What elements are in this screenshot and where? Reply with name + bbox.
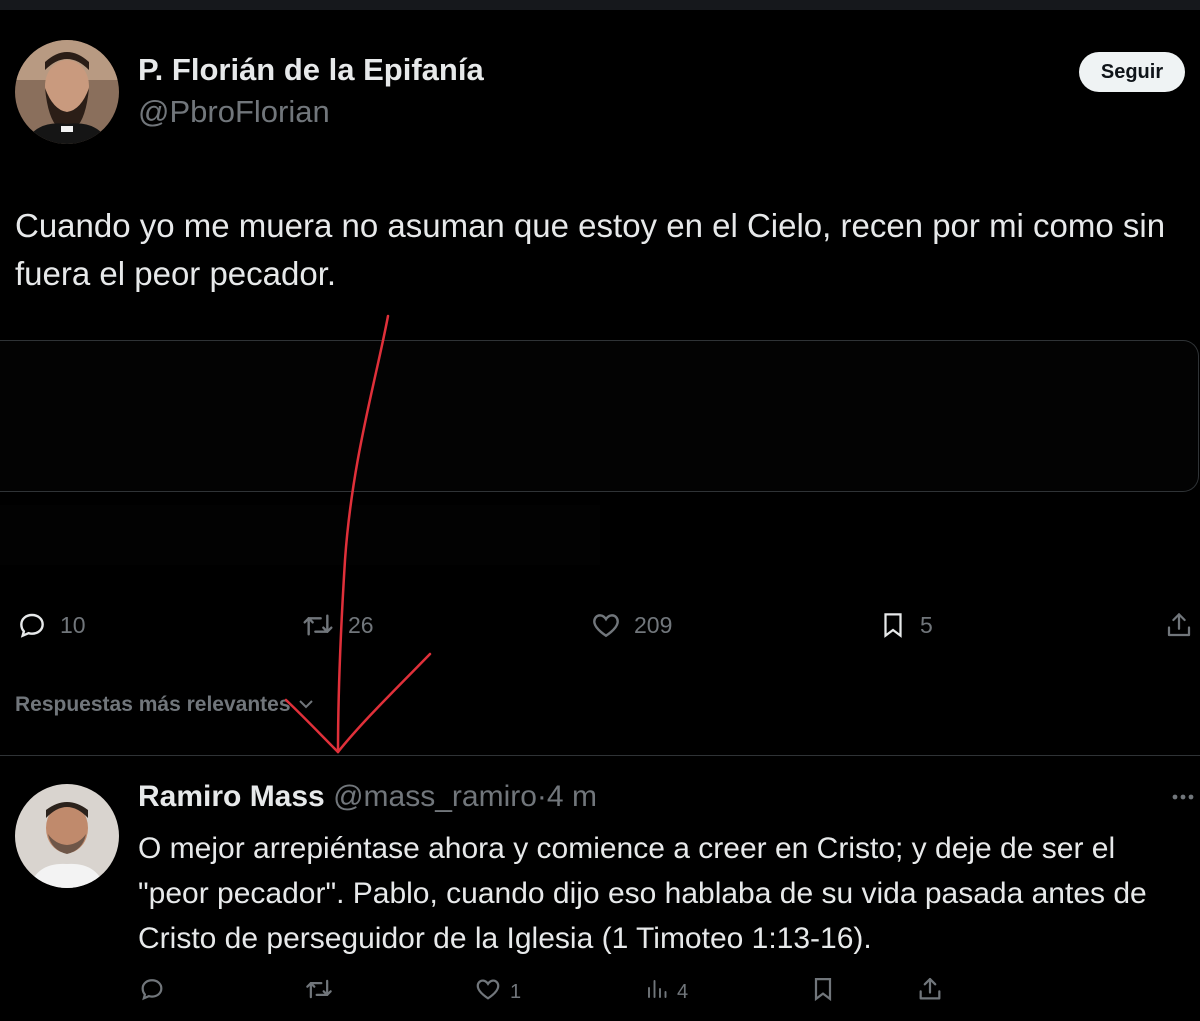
bookmark-count: 5 [920,611,933,638]
reply-icon [138,975,166,1009]
reply-separator: · [536,780,547,813]
share-icon [1164,609,1194,641]
chevron-down-icon [297,693,315,717]
more-icon[interactable] [1168,786,1198,808]
bookmark-icon [809,975,837,1009]
replies-sort-dropdown[interactable]: Respuestas más relevantes [15,693,315,717]
reply-author-avatar[interactable] [15,784,119,888]
author-handle[interactable]: @PbroFlorian [138,94,330,130]
author-name[interactable]: P. Florián de la Epifanía [138,52,484,88]
reply-views-count: 4 [677,980,689,1003]
reply-share-action[interactable] [916,972,944,1012]
retweet-icon [303,975,335,1009]
media-card[interactable] [0,340,1199,492]
reply-retweet-action[interactable] [303,972,335,1012]
reply-time[interactable]: 4 m [547,780,597,813]
tweet-text: Cuando yo me muera no asuman que estoy e… [15,207,1166,292]
retweet-action[interactable]: 26 [300,602,374,648]
media-card-fade [0,505,600,565]
reply-action[interactable]: 10 [16,602,86,648]
share-icon [916,975,944,1009]
reply-header: Ramiro Mass @mass_ramiro·4 m [138,780,597,814]
tweet-action-bar: 10 26 209 5 [0,602,1200,648]
views-icon [645,975,669,1009]
reply-text: O mejor arrepiéntase ahora y comience a … [138,832,1147,955]
reply-reply-action[interactable] [138,972,166,1012]
bookmark-icon [878,609,908,641]
share-action[interactable] [1164,602,1194,648]
follow-button[interactable]: Seguir [1079,52,1185,92]
retweet-icon [300,609,336,641]
reply-author-name[interactable]: Ramiro Mass [138,780,325,813]
reply-like-action[interactable]: 1 [474,972,521,1012]
retweet-count: 26 [348,611,374,638]
reply-icon [16,609,48,641]
top-bar [0,0,1200,10]
reply-views-action[interactable]: 4 [645,972,688,1012]
like-action[interactable]: 209 [590,602,672,648]
reply-action-bar: 1 4 [0,972,1200,1012]
divider [0,755,1200,756]
replies-sort-label: Respuestas más relevantes [15,693,291,716]
bookmark-action[interactable]: 5 [878,602,933,648]
reply-author-handle[interactable]: @mass_ramiro [333,780,537,813]
reply-bookmark-action[interactable] [809,972,837,1012]
author-avatar[interactable] [15,40,119,144]
like-icon [590,609,622,641]
like-icon [474,975,502,1009]
like-count: 209 [634,611,673,638]
reply-count: 10 [60,611,86,638]
reply-like-count: 1 [510,980,522,1003]
